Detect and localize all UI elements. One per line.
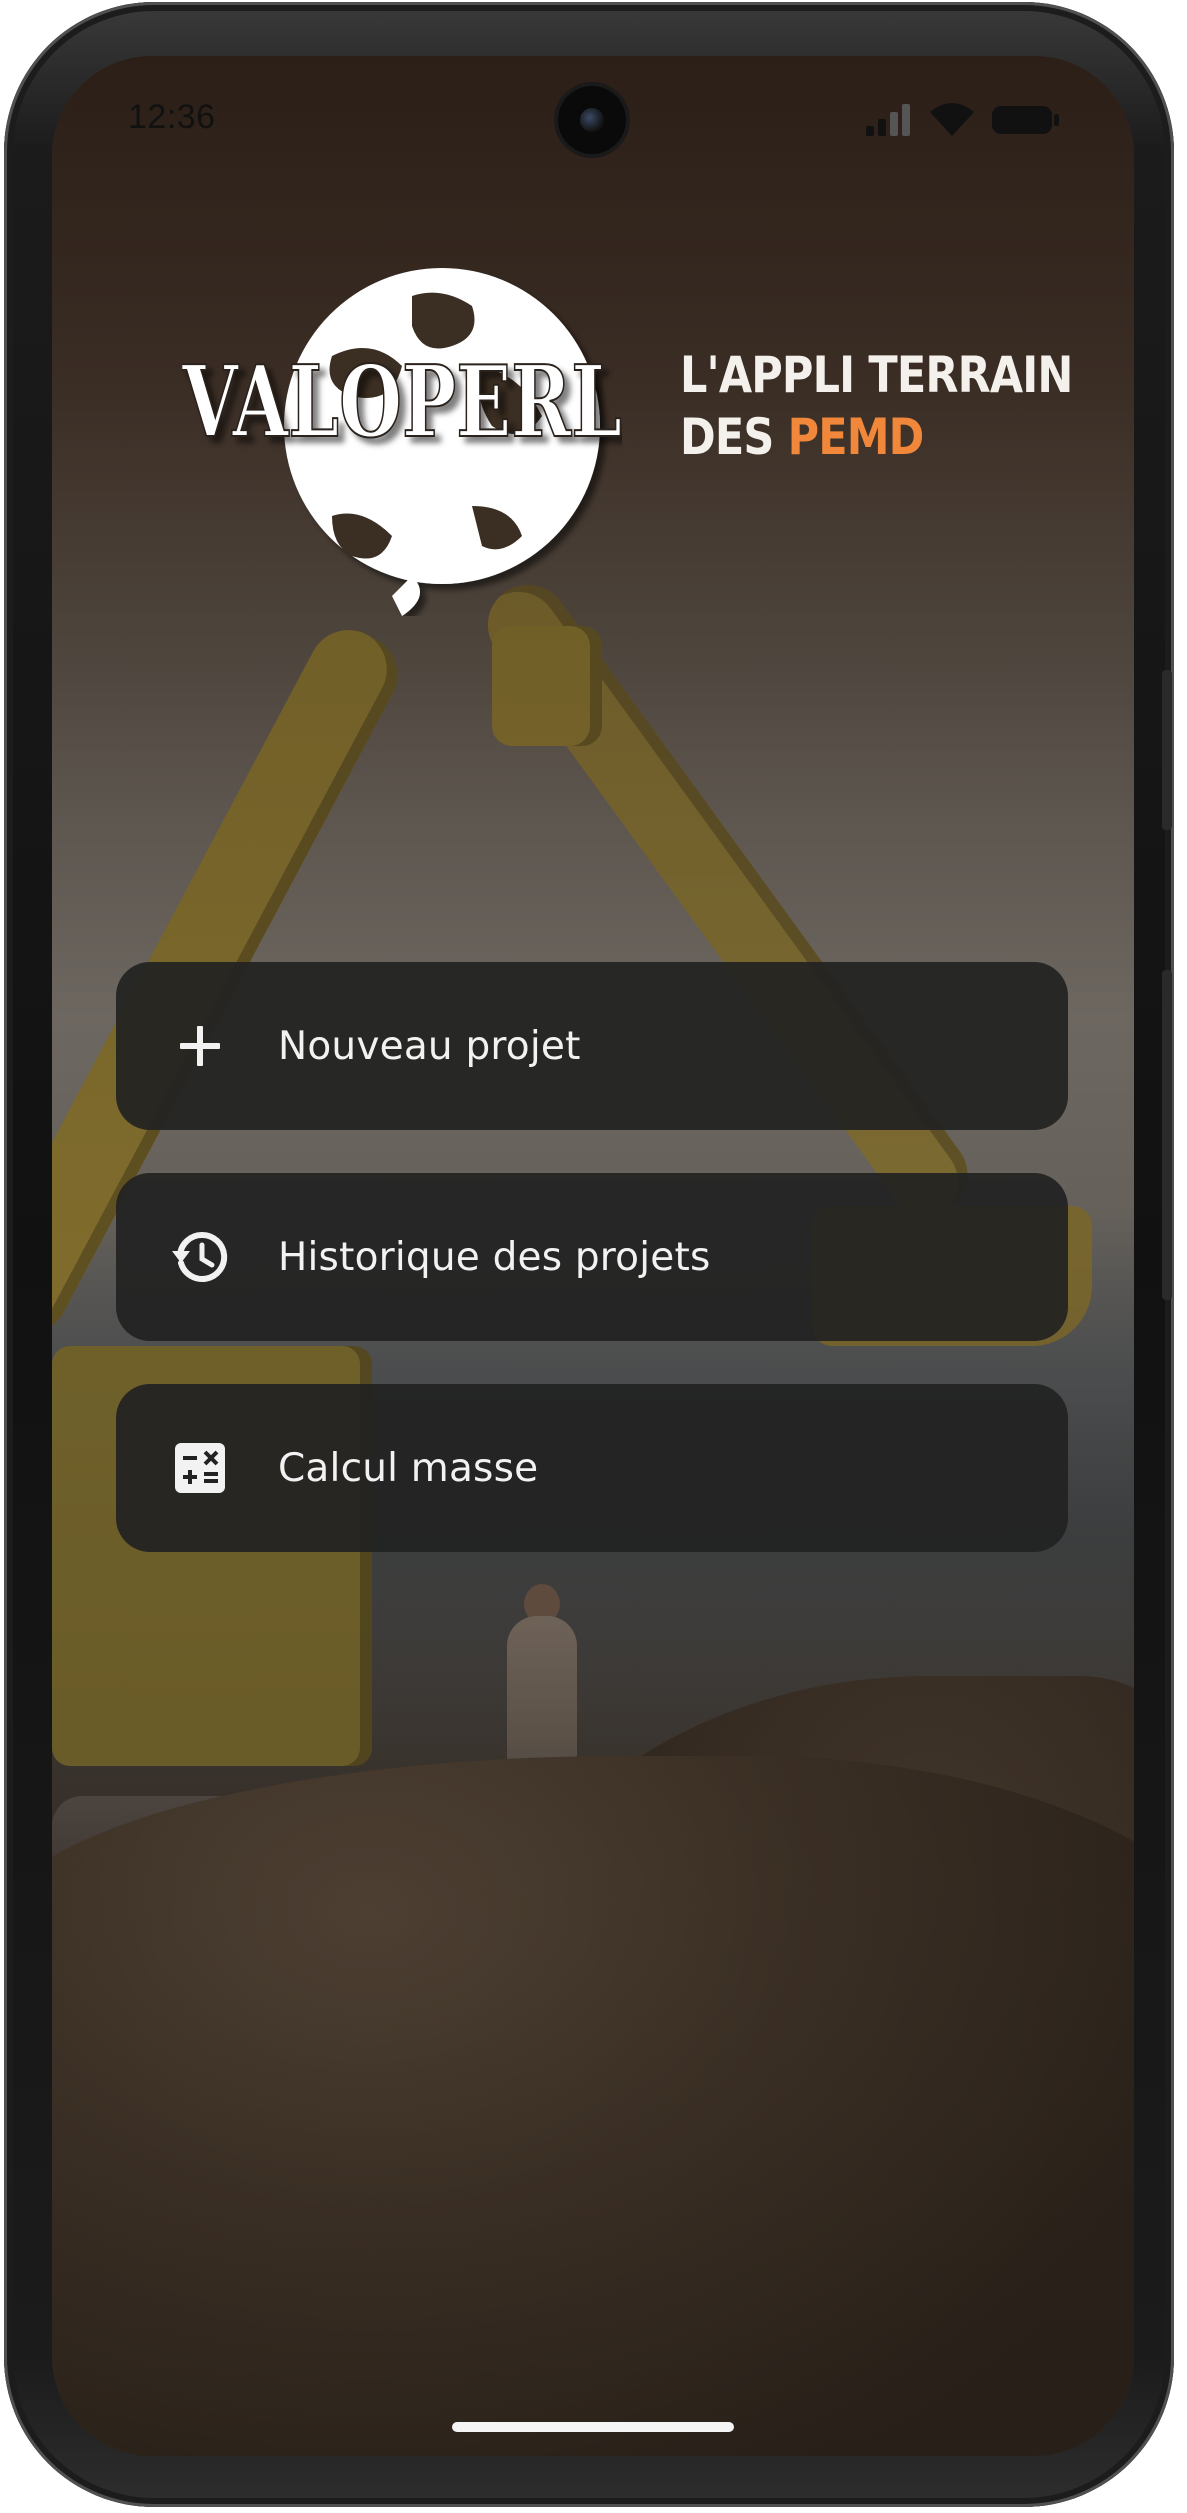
volume-button bbox=[1162, 670, 1172, 830]
power-button bbox=[1162, 970, 1172, 1300]
plus-icon bbox=[170, 1016, 230, 1076]
phone-frame: 12:36 VALOPERL L'APPLI TERRAIN DES PEMD … bbox=[4, 2, 1174, 2507]
new-project-label: Nouveau projet bbox=[278, 1023, 581, 1069]
tagline-accent: PEMD bbox=[787, 408, 925, 466]
project-history-label: Historique des projets bbox=[278, 1234, 711, 1280]
history-icon bbox=[170, 1227, 230, 1287]
tagline-line-2: DES PEMD bbox=[680, 406, 1073, 468]
home-indicator[interactable] bbox=[452, 2422, 734, 2432]
mass-calculation-label: Calcul masse bbox=[278, 1445, 539, 1491]
tagline-prefix: DES bbox=[680, 408, 774, 466]
globe-logo-icon: VALOPERL bbox=[180, 268, 623, 616]
battery-icon bbox=[992, 106, 1059, 134]
status-bar: 12:36 bbox=[52, 56, 1134, 156]
front-camera bbox=[558, 86, 626, 154]
app-tagline: L'APPLI TERRAIN DES PEMD bbox=[680, 344, 1073, 468]
status-icons bbox=[866, 100, 1060, 136]
wifi-icon bbox=[930, 103, 974, 136]
mass-calculation-button[interactable]: Calcul masse bbox=[116, 1384, 1068, 1552]
status-time: 12:36 bbox=[128, 98, 216, 136]
calculator-icon bbox=[170, 1438, 230, 1498]
logo-wordmark: VALOPERL bbox=[182, 345, 622, 460]
project-history-button[interactable]: Historique des projets bbox=[116, 1173, 1068, 1341]
app-logo: VALOPERL bbox=[180, 256, 623, 616]
signal-icon bbox=[866, 104, 910, 136]
app-screen: 12:36 VALOPERL L'APPLI TERRAIN DES PEMD … bbox=[52, 56, 1134, 2456]
new-project-button[interactable]: Nouveau projet bbox=[116, 962, 1068, 1130]
tagline-line-1: L'APPLI TERRAIN bbox=[680, 346, 1073, 404]
